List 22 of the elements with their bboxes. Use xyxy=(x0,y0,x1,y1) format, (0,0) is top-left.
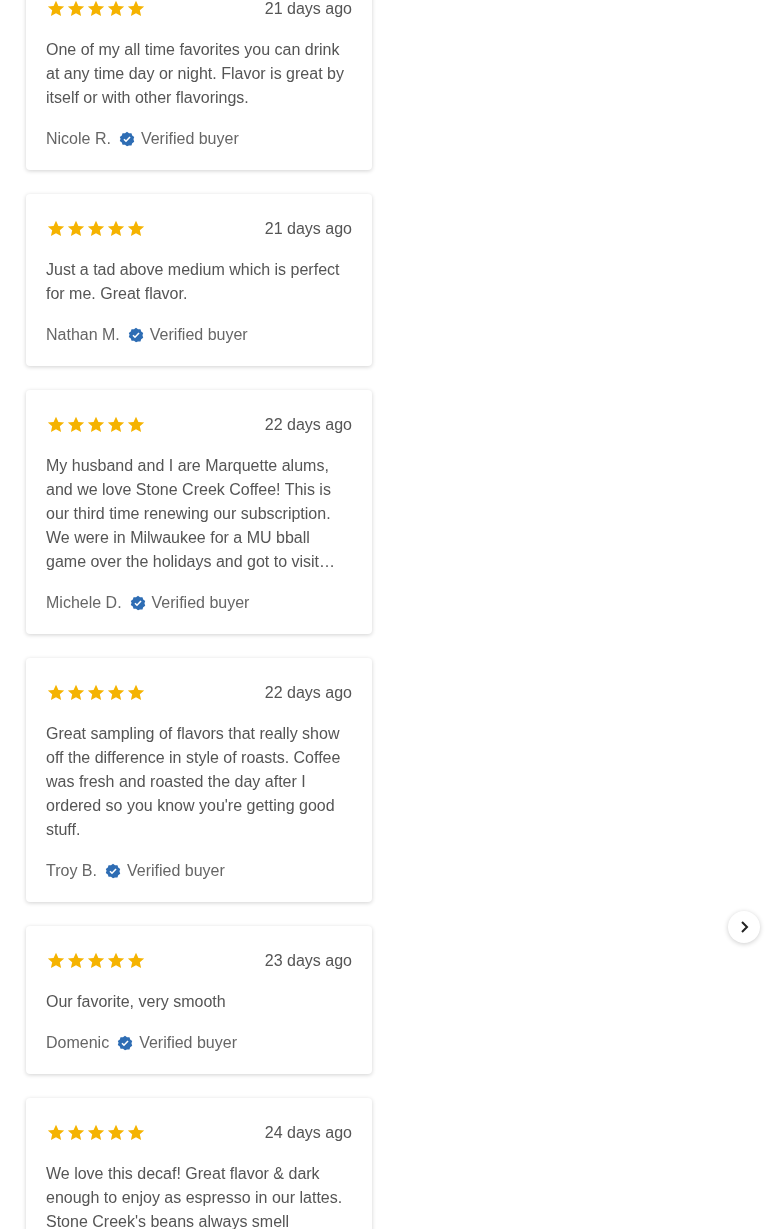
verified-label: Verified buyer xyxy=(126,862,225,880)
reviewer-name: Michele D. xyxy=(46,594,122,612)
verified-label: Verified buyer xyxy=(149,326,248,344)
next-button[interactable] xyxy=(728,911,760,943)
review-date: 21 days ago xyxy=(264,0,352,18)
review-text: One of my all time favorites you can drink at any time day or night. Flavor is great by itself or with other flavorings. xyxy=(46,40,345,108)
verified-label: Verified buyer xyxy=(140,130,239,148)
review-text: Just a tad above medium which is perfect for me. Great flavor. xyxy=(46,260,341,304)
review-date: 22 days ago xyxy=(264,416,352,434)
verified-label: Verified buyer xyxy=(139,1034,237,1052)
reviewer-name: Nicole R. xyxy=(46,130,111,148)
review-text: Our favorite, very smooth xyxy=(46,992,227,1012)
review-date: 23 days ago xyxy=(264,952,352,970)
reviewer-name: Nathan M. xyxy=(46,326,120,344)
verified-label: Verified buyer xyxy=(151,594,250,612)
review-text: My husband and I are Marquette alums, and we love Stone Creek Coffee! This is our third time renewing our subscription. We were in Milwaukee for a MU bball game over the holidays and got to visit… xyxy=(46,456,337,572)
reviewer-name: Troy B. xyxy=(46,862,97,880)
review-date: 24 days ago xyxy=(264,1124,352,1142)
review-text: Great sampling of flavors that really show off the difference in style of roasts. Coffee was fresh and roasted the day after I ordered so you know you're getting good stuff. xyxy=(46,724,342,840)
review-date: 21 days ago xyxy=(264,220,352,238)
review-date: 22 days ago xyxy=(264,684,352,702)
reviewer-name: Domenic xyxy=(46,1034,110,1052)
